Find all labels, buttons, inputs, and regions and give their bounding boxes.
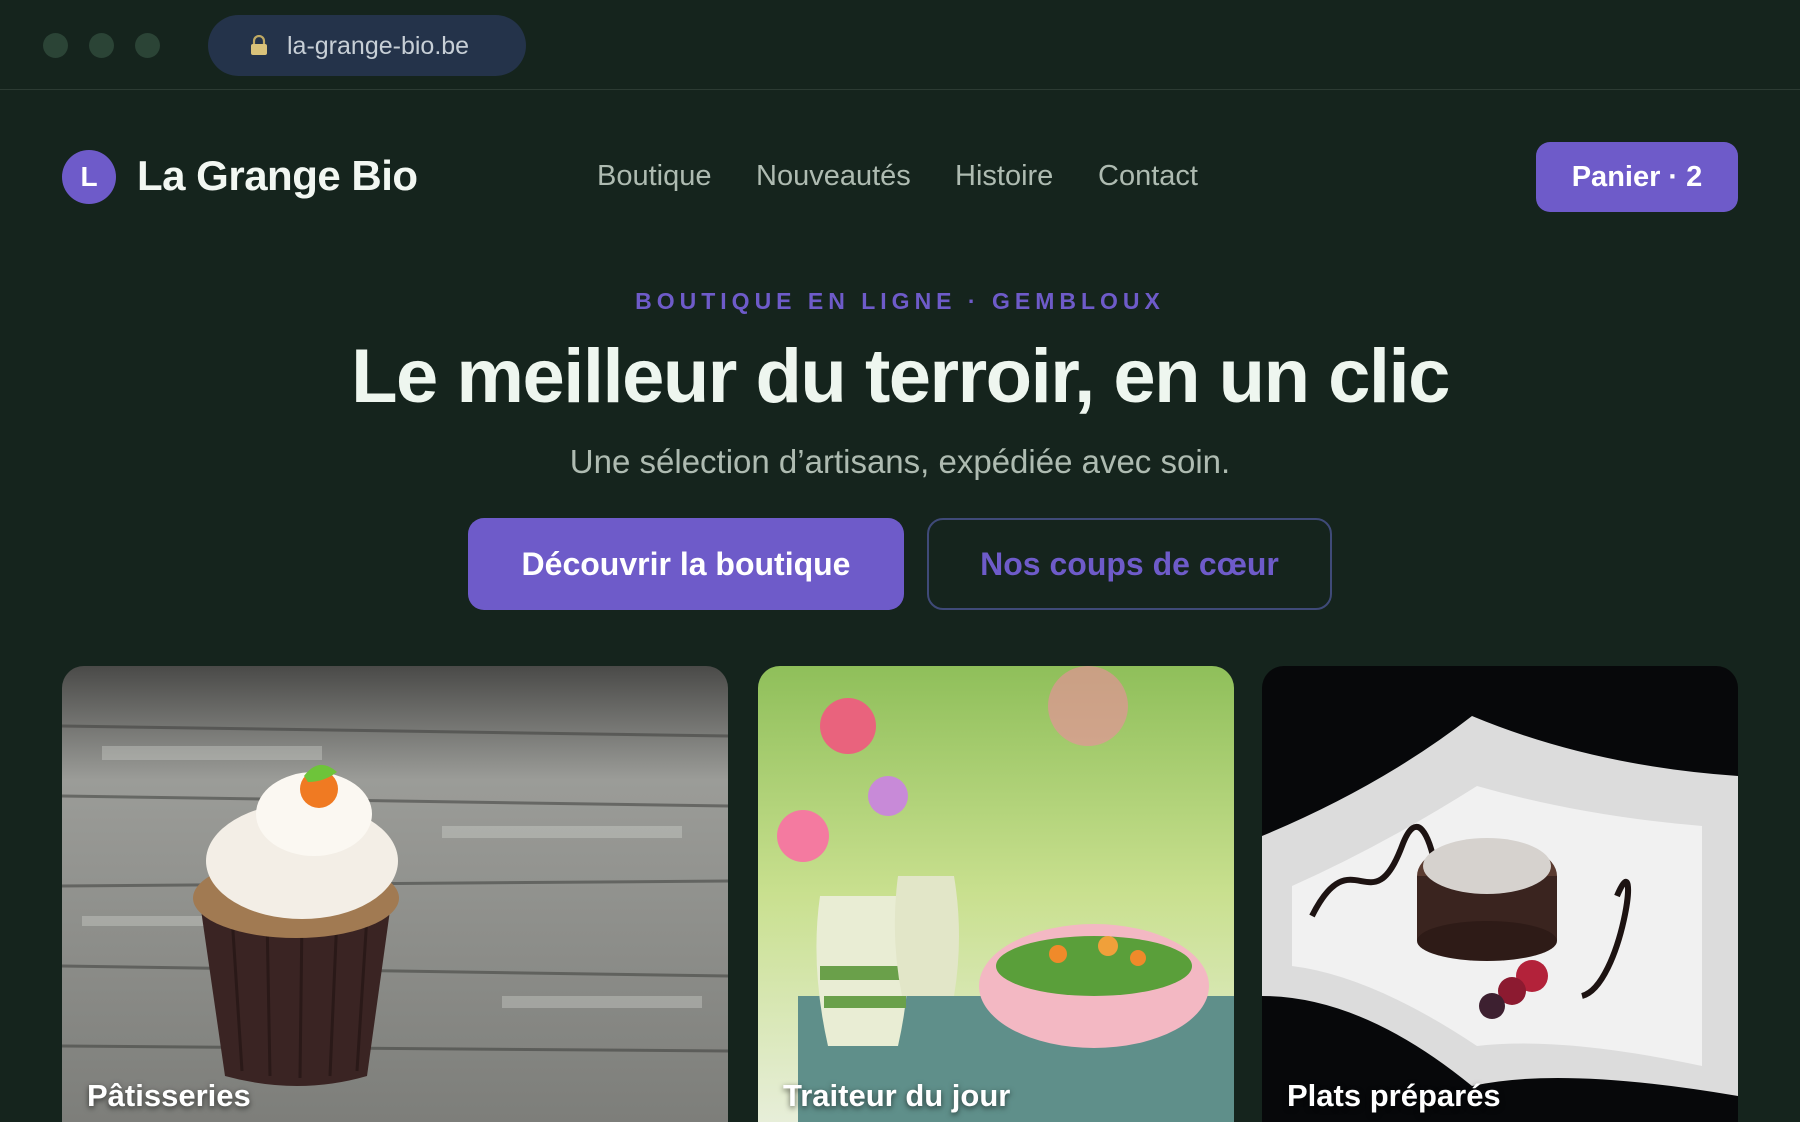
category-label: Pâtisseries bbox=[87, 1078, 251, 1113]
category-label: Traiteur du jour bbox=[783, 1078, 1011, 1113]
browser-chrome: la-grange-bio.be bbox=[0, 0, 1800, 90]
salad-image bbox=[758, 666, 1234, 1122]
address-bar-url: la-grange-bio.be bbox=[287, 32, 470, 60]
nav-item-contact[interactable]: Contact bbox=[1098, 160, 1198, 193]
category-card-patisseries[interactable]: Pâtisseries bbox=[62, 666, 728, 1122]
hero-eyebrow: BOUTIQUE EN LIGNE · GEMBLOUX bbox=[635, 288, 1165, 314]
logo-mark[interactable]: L bbox=[62, 150, 116, 204]
nav-item-nouveautes[interactable]: Nouveautés bbox=[756, 160, 911, 193]
lock-icon bbox=[251, 35, 267, 55]
window-minimize-button[interactable] bbox=[89, 33, 114, 58]
hero-subtitle: Une sélection d’artisans, expédiée avec … bbox=[569, 443, 1231, 480]
discover-shop-button[interactable]: Découvrir la boutique bbox=[468, 518, 904, 610]
category-label: Plats préparés bbox=[1287, 1078, 1501, 1113]
hero-title: Le meilleur du terroir, en un clic bbox=[351, 334, 1450, 419]
category-card-plats[interactable]: Plats préparés bbox=[1262, 666, 1738, 1122]
category-card-traiteur[interactable]: Traiteur du jour bbox=[758, 666, 1234, 1122]
lava-cake-image bbox=[1262, 666, 1738, 1122]
nav-item-boutique[interactable]: Boutique bbox=[597, 160, 712, 193]
brand-name[interactable]: La Grange Bio bbox=[137, 152, 418, 200]
window-maximize-button[interactable] bbox=[135, 33, 160, 58]
favorites-button[interactable]: Nos coups de cœur bbox=[927, 518, 1332, 610]
cupcake-image bbox=[62, 666, 728, 1122]
nav-item-histoire[interactable]: Histoire bbox=[955, 160, 1053, 193]
cart-button[interactable]: Panier · 2 bbox=[1536, 142, 1738, 212]
address-bar[interactable]: la-grange-bio.be bbox=[208, 15, 526, 76]
window-close-button[interactable] bbox=[43, 33, 68, 58]
